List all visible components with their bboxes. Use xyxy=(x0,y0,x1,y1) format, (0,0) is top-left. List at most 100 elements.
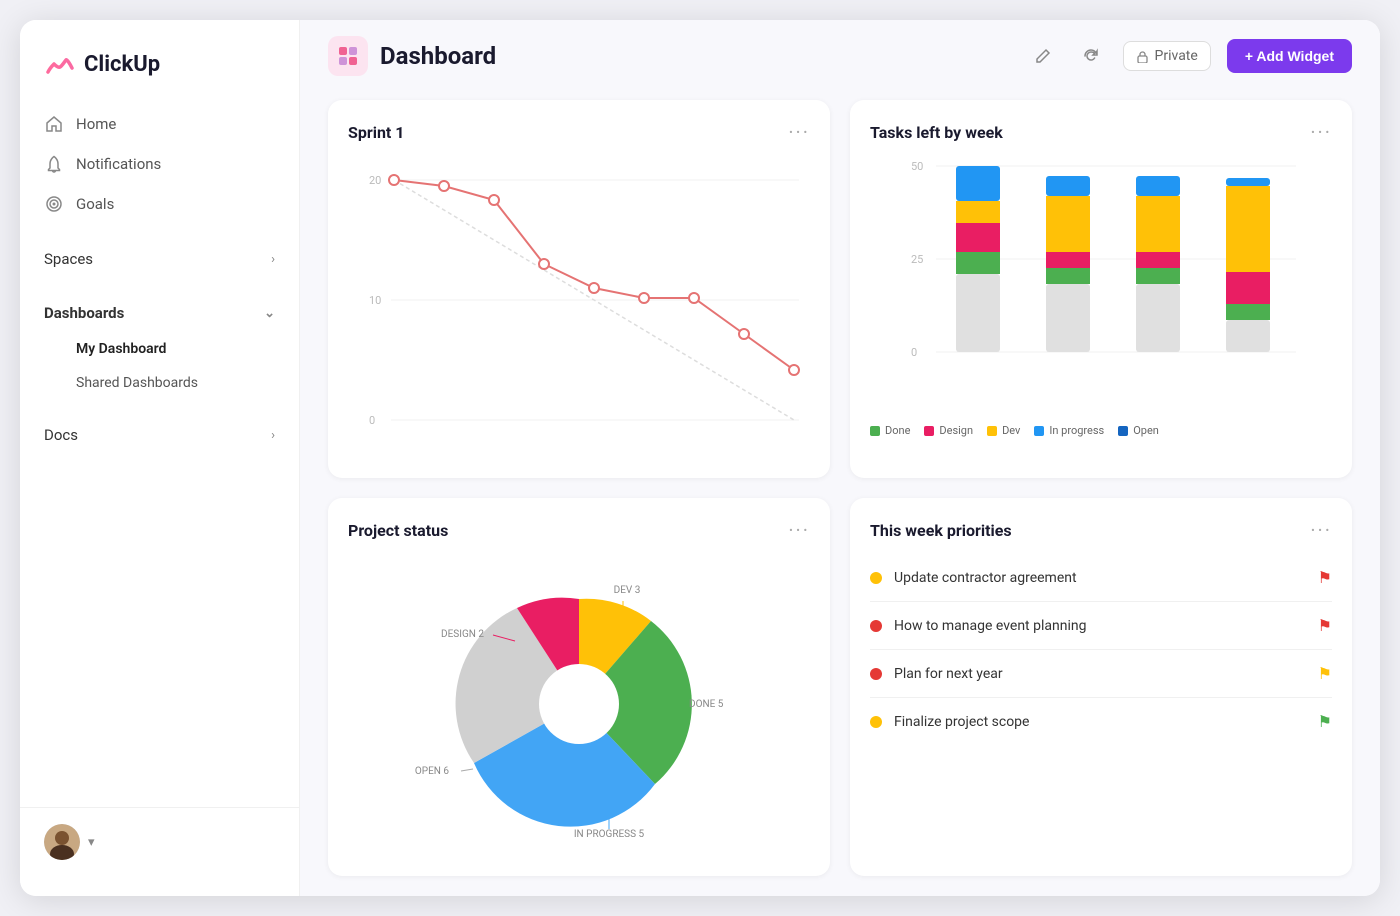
priorities-title: This week priorities xyxy=(870,521,1012,540)
spaces-chevron-icon: › xyxy=(271,252,275,267)
sidebar-section-dashboards[interactable]: Dashboards ⌄ xyxy=(32,294,287,332)
topbar-left: Dashboard xyxy=(328,36,496,76)
priority-item-left: Plan for next year xyxy=(870,666,1003,682)
priority-item: Update contractor agreement ⚑ xyxy=(870,554,1332,602)
done-color xyxy=(870,426,880,436)
priority-dot xyxy=(870,716,882,728)
legend-item-open: Open xyxy=(1118,424,1159,437)
priorities-list: Update contractor agreement ⚑ How to man… xyxy=(870,554,1332,745)
svg-text:50: 50 xyxy=(911,160,923,173)
done-label: Done xyxy=(885,424,910,437)
priorities-menu[interactable]: ··· xyxy=(1310,518,1332,542)
project-status-menu[interactable]: ··· xyxy=(788,518,810,542)
priority-flag-icon: ⚑ xyxy=(1318,616,1332,635)
topbar-title: Dashboard xyxy=(380,42,496,70)
priority-item: Finalize project scope ⚑ xyxy=(870,698,1332,745)
sidebar-item-notifications[interactable]: Notifications xyxy=(32,144,287,184)
design-label: Design xyxy=(939,424,973,437)
legend-item-done: Done xyxy=(870,424,910,437)
priority-item-left: How to manage event planning xyxy=(870,618,1086,634)
sidebar-bottom: ▾ xyxy=(20,807,299,876)
sidebar-item-shared-dashboards[interactable]: Shared Dashboards xyxy=(32,366,287,400)
bell-icon xyxy=(44,154,64,174)
priority-dot xyxy=(870,668,882,680)
open-color xyxy=(1118,426,1128,436)
legend-item-in-progress: In progress xyxy=(1034,424,1104,437)
clickup-logo-icon xyxy=(44,48,76,80)
dev-color xyxy=(987,426,997,436)
svg-text:10: 10 xyxy=(369,294,381,307)
sidebar-item-home[interactable]: Home xyxy=(32,104,287,144)
tasks-widget-header: Tasks left by week ··· xyxy=(870,120,1332,144)
logo-text: ClickUp xyxy=(84,52,160,77)
pie-chart-area: DEV 3 DONE 5 IN PROGRESS 5 OPEN 6 DESIGN… xyxy=(348,554,810,854)
topbar: Dashboard Private + Add Widget xyxy=(300,20,1380,92)
avatar[interactable] xyxy=(44,824,80,860)
app-frame: ClickUp Home Notifications Goals xyxy=(20,20,1380,896)
open-label: Open xyxy=(1133,424,1159,437)
project-status-header: Project status ··· xyxy=(348,518,810,542)
svg-text:20: 20 xyxy=(369,174,381,187)
design-color xyxy=(924,426,934,436)
sprint-widget-header: Sprint 1 ··· xyxy=(348,120,810,144)
svg-text:0: 0 xyxy=(911,346,917,359)
project-status-widget: Project status ··· xyxy=(328,498,830,876)
add-widget-button[interactable]: + Add Widget xyxy=(1227,39,1352,73)
goals-icon xyxy=(44,194,64,214)
priority-flag-icon: ⚑ xyxy=(1318,664,1332,683)
sprint-widget-title: Sprint 1 xyxy=(348,123,404,142)
svg-text:DONE 5: DONE 5 xyxy=(689,699,724,710)
spaces-label: Spaces xyxy=(44,250,93,268)
svg-text:IN PROGRESS 5: IN PROGRESS 5 xyxy=(574,829,645,840)
tasks-widget-menu[interactable]: ··· xyxy=(1310,120,1332,144)
priority-item: How to manage event planning ⚑ xyxy=(870,602,1332,650)
priority-flag-icon: ⚑ xyxy=(1318,568,1332,587)
home-icon xyxy=(44,114,64,134)
svg-text:OPEN 6: OPEN 6 xyxy=(415,766,449,777)
docs-label: Docs xyxy=(44,426,78,444)
sidebar-section-docs[interactable]: Docs › xyxy=(32,416,287,454)
home-label: Home xyxy=(76,115,116,133)
main-content: Dashboard Private + Add Widget xyxy=(300,20,1380,896)
priority-item: Plan for next year ⚑ xyxy=(870,650,1332,698)
priority-item-left: Update contractor agreement xyxy=(870,570,1077,586)
sprint-widget-menu[interactable]: ··· xyxy=(788,120,810,144)
dashboard-grid-icon xyxy=(337,45,359,67)
refresh-button[interactable] xyxy=(1075,40,1107,72)
shared-dashboards-label: Shared Dashboards xyxy=(76,375,198,391)
sidebar: ClickUp Home Notifications Goals xyxy=(20,20,300,896)
tasks-widget: Tasks left by week ··· 50 25 0 xyxy=(850,100,1352,478)
sidebar-item-my-dashboard[interactable]: My Dashboard xyxy=(32,332,287,366)
goals-label: Goals xyxy=(76,195,114,213)
dev-label: Dev xyxy=(1002,424,1020,437)
logo: ClickUp xyxy=(20,40,299,104)
priority-dot xyxy=(870,620,882,632)
sidebar-section-spaces[interactable]: Spaces › xyxy=(32,240,287,278)
priority-text: Plan for next year xyxy=(894,666,1003,682)
sidebar-nav: Home Notifications Goals Spaces › xyxy=(20,104,299,807)
chart-legend: Done Design Dev In progress xyxy=(870,424,1332,437)
priorities-widget: This week priorities ··· Update contract… xyxy=(850,498,1352,876)
bar-chart-area: 50 25 0 xyxy=(870,156,1332,416)
in-progress-label: In progress xyxy=(1049,424,1104,437)
legend-item-dev: Dev xyxy=(987,424,1020,437)
svg-text:DESIGN 2: DESIGN 2 xyxy=(441,629,484,640)
svg-text:DEV 3: DEV 3 xyxy=(614,585,641,596)
my-dashboard-label: My Dashboard xyxy=(76,341,166,357)
sprint-chart-area: 20 10 0 xyxy=(348,156,810,436)
docs-chevron-icon: › xyxy=(271,428,275,443)
sprint-widget: Sprint 1 ··· 20 10 0 xyxy=(328,100,830,478)
svg-text:25: 25 xyxy=(911,253,923,266)
user-menu-chevron-icon[interactable]: ▾ xyxy=(88,835,95,850)
notifications-label: Notifications xyxy=(76,155,161,173)
priority-item-left: Finalize project scope xyxy=(870,714,1029,730)
in-progress-color xyxy=(1034,426,1044,436)
topbar-right: Private + Add Widget xyxy=(1027,39,1352,73)
project-status-title: Project status xyxy=(348,521,448,540)
private-badge[interactable]: Private xyxy=(1123,41,1211,71)
sidebar-item-goals[interactable]: Goals xyxy=(32,184,287,224)
edit-button[interactable] xyxy=(1027,40,1059,72)
legend-item-design: Design xyxy=(924,424,973,437)
svg-text:0: 0 xyxy=(369,414,375,427)
priorities-header: This week priorities ··· xyxy=(870,518,1332,542)
